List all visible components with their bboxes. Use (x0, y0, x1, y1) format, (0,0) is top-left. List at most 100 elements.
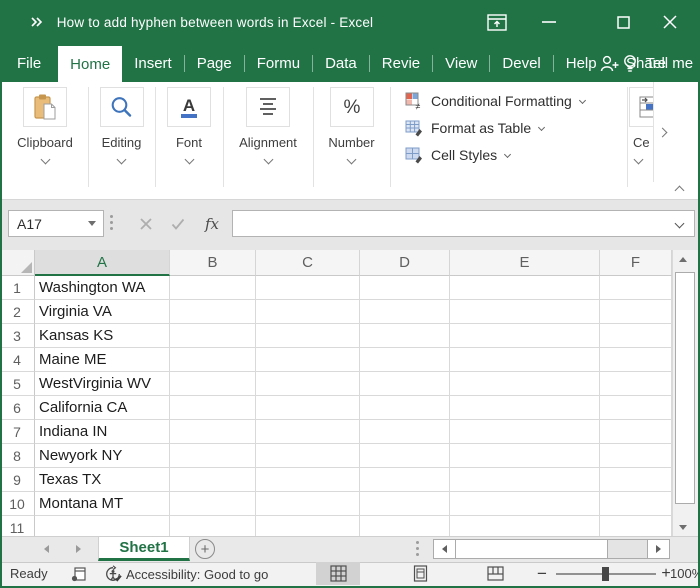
cell-a2[interactable]: Virginia VA (35, 300, 170, 324)
collapse-ribbon-button[interactable] (664, 182, 694, 198)
cell[interactable] (360, 324, 450, 348)
tab-formulas[interactable]: Formu (245, 44, 312, 82)
cell[interactable] (360, 372, 450, 396)
formula-input[interactable] (232, 210, 695, 237)
zoom-level[interactable]: 100% (670, 566, 698, 581)
enter-button[interactable] (164, 212, 192, 236)
horizontal-scrollbar-thumb[interactable] (456, 540, 608, 558)
tab-data[interactable]: Data (313, 44, 369, 82)
cell[interactable] (256, 348, 360, 372)
cell-a11[interactable] (35, 516, 170, 536)
cell[interactable] (170, 348, 256, 372)
ribbon-group-clipboard[interactable]: Clipboard (2, 82, 88, 200)
format-as-table-button[interactable]: Format as Table (405, 114, 544, 141)
cell[interactable] (360, 276, 450, 300)
next-sheet-icon[interactable] (76, 545, 81, 553)
cell[interactable] (170, 492, 256, 516)
cell[interactable] (360, 420, 450, 444)
row-header[interactable]: 11 (0, 516, 35, 536)
ribbon-display-options-button[interactable] (477, 0, 517, 44)
cell[interactable] (600, 516, 672, 536)
cell[interactable] (600, 276, 672, 300)
column-header-b[interactable]: B (170, 250, 256, 276)
cell[interactable] (600, 492, 672, 516)
cell[interactable] (450, 444, 600, 468)
cell[interactable] (256, 444, 360, 468)
tab-file[interactable]: File (0, 44, 58, 82)
ribbon-group-number[interactable]: % Number (313, 82, 390, 200)
share-button[interactable]: Share (600, 44, 666, 82)
maximize-button[interactable] (603, 0, 643, 44)
tab-home[interactable]: Home (58, 46, 122, 82)
ribbon-group-alignment[interactable]: Alignment (223, 82, 313, 200)
conditional-formatting-button[interactable]: ≠ Conditional Formatting (405, 87, 585, 114)
row-header[interactable]: 8 (0, 444, 35, 468)
cell[interactable] (600, 372, 672, 396)
insert-function-button[interactable]: fx (198, 212, 226, 236)
ribbon-group-font[interactable]: A Font (155, 82, 223, 200)
row-header[interactable]: 3 (0, 324, 35, 348)
cell[interactable] (256, 324, 360, 348)
cell[interactable] (360, 396, 450, 420)
column-header-d[interactable]: D (360, 250, 450, 276)
cell[interactable] (360, 492, 450, 516)
cell[interactable] (256, 468, 360, 492)
cell[interactable] (256, 300, 360, 324)
tab-insert[interactable]: Insert (122, 44, 184, 82)
cell[interactable] (360, 444, 450, 468)
cell-a7[interactable]: Indiana IN (35, 420, 170, 444)
scroll-right-button[interactable] (647, 540, 669, 558)
vertical-scrollbar-thumb[interactable] (675, 272, 695, 504)
scroll-left-button[interactable] (434, 540, 456, 558)
row-header[interactable]: 2 (0, 300, 35, 324)
sheet-bar-separator-dots[interactable] (416, 541, 419, 556)
cell[interactable] (450, 516, 600, 536)
minimize-button[interactable] (529, 0, 569, 44)
cell[interactable] (450, 300, 600, 324)
select-all-button[interactable] (0, 250, 35, 276)
cell-a4[interactable]: Maine ME (35, 348, 170, 372)
cell[interactable] (450, 324, 600, 348)
cell-a10[interactable]: Montana MT (35, 492, 170, 516)
record-macro-button[interactable] (68, 564, 90, 584)
tab-view[interactable]: View (433, 44, 489, 82)
cell[interactable] (170, 324, 256, 348)
column-header-e[interactable]: E (450, 250, 600, 276)
cell[interactable] (450, 420, 600, 444)
column-header-c[interactable]: C (256, 250, 360, 276)
cell[interactable] (360, 348, 450, 372)
cell[interactable] (256, 492, 360, 516)
cell[interactable] (600, 468, 672, 492)
cell-a1[interactable]: Washington WA (35, 276, 170, 300)
cell[interactable] (360, 468, 450, 492)
ribbon-scroll-right-button[interactable] (653, 82, 670, 182)
cell-a3[interactable]: Kansas KS (35, 324, 170, 348)
column-header-a[interactable]: A (35, 250, 170, 276)
cell[interactable] (256, 420, 360, 444)
normal-view-button[interactable] (316, 562, 360, 585)
cell[interactable] (450, 372, 600, 396)
cell[interactable] (600, 300, 672, 324)
cell[interactable] (450, 396, 600, 420)
cell[interactable] (256, 276, 360, 300)
cell[interactable] (600, 444, 672, 468)
row-header[interactable]: 1 (0, 276, 35, 300)
cell-a8[interactable]: Newyork NY (35, 444, 170, 468)
ribbon-group-cells[interactable]: Ce (627, 82, 653, 200)
cell[interactable] (600, 396, 672, 420)
tab-page-layout[interactable]: Page (185, 44, 244, 82)
cell[interactable] (170, 372, 256, 396)
sheet-tab-sheet1[interactable]: Sheet1 (98, 537, 190, 561)
cell[interactable] (170, 516, 256, 536)
new-sheet-button[interactable]: + (195, 539, 215, 559)
cell[interactable] (450, 348, 600, 372)
cell[interactable] (600, 420, 672, 444)
close-button[interactable] (650, 0, 690, 44)
cell[interactable] (600, 324, 672, 348)
cancel-button[interactable] (132, 212, 160, 236)
page-layout-view-button[interactable] (398, 562, 442, 585)
zoom-out-button[interactable]: − (532, 563, 552, 585)
row-header[interactable]: 4 (0, 348, 35, 372)
previous-sheet-icon[interactable] (44, 545, 49, 553)
horizontal-scrollbar[interactable] (433, 539, 670, 559)
